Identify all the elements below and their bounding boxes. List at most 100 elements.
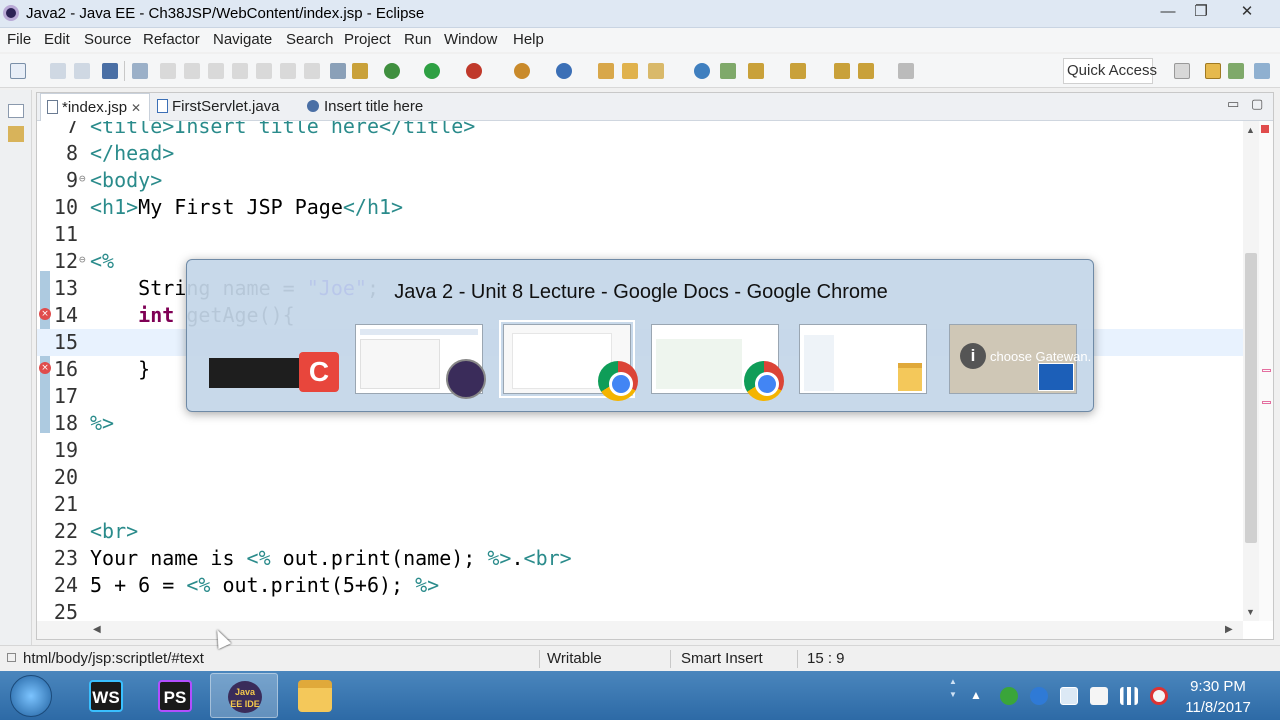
- console-icon[interactable]: [102, 63, 118, 79]
- debug-perspective-icon[interactable]: [1228, 63, 1244, 79]
- back-icon[interactable]: [858, 63, 874, 79]
- disconnect-icon[interactable]: [232, 63, 248, 79]
- resume-icon[interactable]: [160, 63, 176, 79]
- code-line[interactable]: 8 </head>: [37, 140, 1243, 167]
- start-button[interactable]: [10, 675, 52, 717]
- web-browser-icon[interactable]: [694, 63, 710, 79]
- tray-display-icon[interactable]: [1060, 687, 1078, 705]
- format-icon[interactable]: [330, 63, 346, 79]
- step-into-icon[interactable]: [256, 63, 272, 79]
- run-server-icon[interactable]: [466, 63, 482, 79]
- taskbar-scroll-arrows[interactable]: ▲ ▼: [946, 675, 960, 715]
- scroll-right-arrow[interactable]: ▶: [1225, 624, 1233, 635]
- suspend-icon[interactable]: [184, 63, 200, 79]
- code-line[interactable]: 11: [37, 221, 1243, 248]
- tray-camtasia-icon[interactable]: [1000, 687, 1018, 705]
- previous-annotation-icon[interactable]: [790, 63, 806, 79]
- menu-window[interactable]: Window: [444, 31, 497, 48]
- maximize-button[interactable]: ❐: [1179, 0, 1223, 24]
- new-icon[interactable]: [10, 63, 26, 79]
- minimize-pane-icon[interactable]: ▭: [1227, 96, 1241, 112]
- taskbar-file-explorer[interactable]: [281, 673, 349, 718]
- validate-icon[interactable]: [352, 63, 368, 79]
- restore-view-icon[interactable]: [8, 104, 24, 118]
- tab-close-icon[interactable]: ✕: [131, 101, 141, 115]
- switcher-thumb-eclipse[interactable]: [355, 324, 486, 399]
- code-line[interactable]: 23 Your name is <% out.print(name); %>.<b…: [37, 545, 1243, 572]
- menu-search[interactable]: Search: [286, 31, 334, 48]
- open-perspective-icon[interactable]: [1174, 63, 1190, 79]
- tab-browser-preview[interactable]: Insert title here: [307, 93, 423, 121]
- menu-project[interactable]: Project: [344, 31, 391, 48]
- java-perspective-icon[interactable]: [1254, 63, 1270, 79]
- menu-help[interactable]: Help: [513, 31, 544, 48]
- terminate-icon[interactable]: [208, 63, 224, 79]
- scroll-left-arrow[interactable]: ◀: [93, 624, 101, 635]
- scroll-down-arrow[interactable]: ▼: [1246, 607, 1255, 617]
- project-explorer-icon[interactable]: [8, 126, 24, 142]
- maximize-pane-icon[interactable]: ▢: [1251, 96, 1265, 112]
- fold-toggle-icon[interactable]: ⊖: [79, 165, 86, 192]
- menu-refactor[interactable]: Refactor: [143, 31, 200, 48]
- taskbar-eclipse[interactable]: Java EE IDE: [210, 673, 278, 718]
- menu-navigate[interactable]: Navigate: [213, 31, 272, 48]
- java-ee-perspective-icon[interactable]: [1205, 63, 1221, 79]
- overview-error-mark[interactable]: [1262, 401, 1271, 404]
- fold-toggle-icon[interactable]: ⊖: [79, 246, 86, 273]
- menu-edit[interactable]: Edit: [44, 31, 70, 48]
- code-line[interactable]: 10 <h1>My First JSP Page</h1>: [37, 194, 1243, 221]
- tray-network-globe-icon[interactable]: [1030, 687, 1048, 705]
- code-line[interactable]: 24 5 + 6 = <% out.print(5+6); %>: [37, 572, 1243, 599]
- chrome-icon: [598, 361, 638, 401]
- open-folder-icon[interactable]: [622, 63, 638, 79]
- taskbar-phpstorm[interactable]: PS: [141, 673, 209, 718]
- step-over-icon[interactable]: [280, 63, 296, 79]
- run-icon[interactable]: [424, 63, 440, 79]
- vertical-scroll-thumb[interactable]: [1245, 253, 1257, 543]
- open-type-icon[interactable]: [598, 63, 614, 79]
- tab-index-jsp[interactable]: *index.jsp ✕: [40, 93, 150, 121]
- new-java-class-icon[interactable]: [556, 63, 572, 79]
- clock-date[interactable]: 11/8/2017: [1183, 699, 1253, 716]
- last-edit-icon[interactable]: [834, 63, 850, 79]
- annotation-icon[interactable]: [720, 63, 736, 79]
- code-line[interactable]: 9 ⊖ <body>: [37, 167, 1243, 194]
- code-line[interactable]: 20: [37, 464, 1243, 491]
- save-all-icon[interactable]: [74, 63, 90, 79]
- code-line[interactable]: 19: [37, 437, 1243, 464]
- next-annotation-icon[interactable]: [748, 63, 764, 79]
- code-line[interactable]: 22 <br>: [37, 518, 1243, 545]
- code-line[interactable]: 7 <title>Insert title here</title>: [37, 121, 1243, 140]
- switcher-thumb-explorer[interactable]: [799, 324, 927, 394]
- switcher-thumb-gatewan[interactable]: i choose Gatewan.: [949, 324, 1091, 394]
- skip-breakpoints-icon[interactable]: [132, 63, 148, 79]
- switcher-thumb-chrome-2[interactable]: [651, 324, 784, 401]
- menu-run[interactable]: Run: [404, 31, 432, 48]
- tray-volume-muted-icon[interactable]: [1150, 687, 1168, 705]
- debug-icon[interactable]: [384, 63, 400, 79]
- quick-access-field[interactable]: Quick Access: [1063, 58, 1157, 84]
- switcher-thumb-camtasia[interactable]: C: [207, 324, 339, 394]
- menu-file[interactable]: File: [7, 31, 31, 48]
- code-token: Your name is: [90, 546, 247, 570]
- code-line[interactable]: 25: [37, 599, 1243, 621]
- tray-wifi-signal-icon[interactable]: [1120, 687, 1138, 705]
- new-server-icon[interactable]: [514, 63, 530, 79]
- tab-first-servlet[interactable]: FirstServlet.java: [157, 93, 280, 121]
- step-return-icon[interactable]: [304, 63, 320, 79]
- overview-error-mark[interactable]: [1262, 369, 1271, 372]
- save-icon[interactable]: [50, 63, 66, 79]
- forward-icon[interactable]: [898, 63, 914, 79]
- search-tool-icon[interactable]: [648, 63, 664, 79]
- menu-source[interactable]: Source: [84, 31, 132, 48]
- taskbar-webstorm[interactable]: WS: [72, 673, 140, 718]
- tray-battery-icon[interactable]: [1090, 687, 1108, 705]
- code-line[interactable]: 21: [37, 491, 1243, 518]
- error-indicator-icon[interactable]: [1261, 125, 1269, 133]
- close-button[interactable]: ✕: [1225, 0, 1269, 24]
- switcher-thumb-chrome-docs[interactable]: [499, 320, 638, 401]
- code-line[interactable]: 18 %>: [37, 410, 1243, 437]
- clock-time[interactable]: 9:30 PM: [1183, 678, 1253, 695]
- scroll-up-arrow[interactable]: ▲: [1246, 125, 1255, 135]
- show-hidden-icons-icon[interactable]: ▲: [970, 688, 982, 702]
